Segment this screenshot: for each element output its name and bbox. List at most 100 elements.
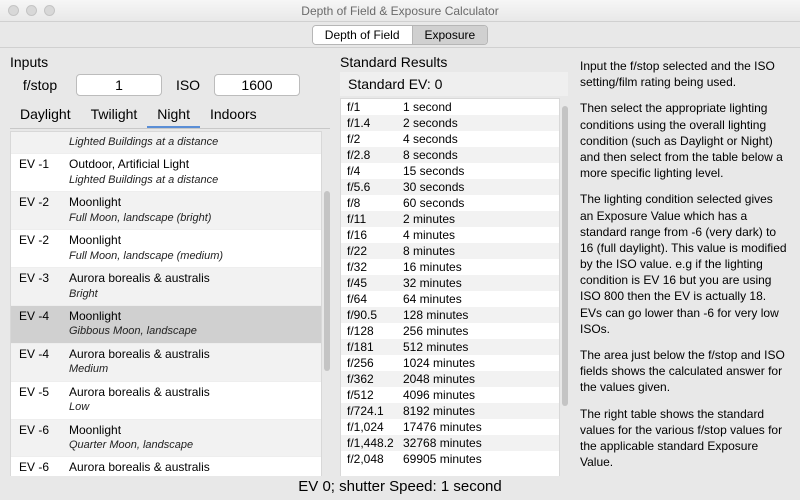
table-row[interactable]: f/1.42 seconds <box>341 115 559 131</box>
time-cell: 2 minutes <box>403 212 553 226</box>
fstop-cell: f/2 <box>347 132 403 146</box>
fstop-cell: f/128 <box>347 324 403 338</box>
table-row[interactable]: f/164 minutes <box>341 227 559 243</box>
list-item[interactable]: EV -5Aurora borealis & australisLow <box>11 382 321 420</box>
table-row[interactable]: f/2,04869905 minutes <box>341 451 559 467</box>
list-item[interactable]: EV -6MoonlightQuarter Moon, landscape <box>11 420 321 458</box>
mode-segmented: Depth of Field Exposure <box>312 25 488 45</box>
main-content: Inputs f/stop ISO Daylight Twilight Nigh… <box>0 48 800 500</box>
table-row[interactable]: f/24 seconds <box>341 131 559 147</box>
fstop-cell: f/8 <box>347 196 403 210</box>
results-subtitle: Standard EV: 0 <box>340 72 568 96</box>
tab-indoors[interactable]: Indoors <box>200 102 267 128</box>
time-cell: 8192 minutes <box>403 404 553 418</box>
time-cell: 8 minutes <box>403 244 553 258</box>
fstop-cell: f/32 <box>347 260 403 274</box>
titlebar: Depth of Field & Exposure Calculator <box>0 0 800 22</box>
tab-depth-of-field[interactable]: Depth of Field <box>313 26 412 44</box>
table-row[interactable]: f/3622048 minutes <box>341 371 559 387</box>
list-item-name: Aurora borealis & australis <box>69 347 210 363</box>
fstop-cell: f/2.8 <box>347 148 403 162</box>
list-item-ev: EV -1 <box>19 157 59 173</box>
table-row[interactable]: f/112 minutes <box>341 211 559 227</box>
list-item[interactable]: EV -4 Aurora borealis & australisMedium <box>11 344 321 382</box>
close-icon[interactable] <box>8 5 19 16</box>
list-item[interactable]: Lighted Buildings at a distance <box>11 132 321 154</box>
fstop-cell: f/1.4 <box>347 116 403 130</box>
fstop-cell: f/90.5 <box>347 308 403 322</box>
fstop-cell: f/4 <box>347 164 403 178</box>
table-row[interactable]: f/90.5128 minutes <box>341 307 559 323</box>
mode-tab-bar: Depth of Field Exposure <box>0 22 800 48</box>
time-cell: 15 seconds <box>403 164 553 178</box>
tab-exposure[interactable]: Exposure <box>412 26 488 44</box>
scrollbar-thumb[interactable] <box>324 191 330 371</box>
table-row[interactable]: f/1,02417476 minutes <box>341 419 559 435</box>
list-item-sub: Medium <box>19 362 313 376</box>
table-row[interactable]: f/415 seconds <box>341 163 559 179</box>
table-row[interactable]: f/181512 minutes <box>341 339 559 355</box>
list-item-ev: EV -4 <box>19 347 59 363</box>
help-text: Then select the appropriate lighting con… <box>580 100 788 181</box>
iso-input[interactable] <box>214 74 300 96</box>
table-row[interactable]: f/2561024 minutes <box>341 355 559 371</box>
minimize-icon[interactable] <box>26 5 37 16</box>
help-text: Input the f/stop selected and the ISO se… <box>580 58 788 90</box>
list-item-ev: EV -4 <box>19 309 59 325</box>
fstop-cell: f/45 <box>347 276 403 290</box>
results-table[interactable]: f/11 secondf/1.42 secondsf/24 secondsf/2… <box>340 98 560 500</box>
time-cell: 64 minutes <box>403 292 553 306</box>
condition-tabs: Daylight Twilight Night Indoors <box>10 102 330 129</box>
fstop-cell: f/5.6 <box>347 180 403 194</box>
table-row[interactable]: f/724.18192 minutes <box>341 403 559 419</box>
time-cell: 2 seconds <box>403 116 553 130</box>
scrollbar-thumb[interactable] <box>562 106 568 406</box>
list-item-sub: Full Moon, landscape (bright) <box>19 211 313 225</box>
time-cell: 2048 minutes <box>403 372 553 386</box>
help-text: The lighting condition selected gives an… <box>580 191 788 337</box>
inputs-row: f/stop ISO <box>10 74 330 96</box>
tab-daylight[interactable]: Daylight <box>10 102 81 128</box>
fstop-input[interactable] <box>76 74 162 96</box>
list-item[interactable]: EV -2MoonlightFull Moon, landscape (brig… <box>11 192 321 230</box>
time-cell: 4096 minutes <box>403 388 553 402</box>
tab-twilight[interactable]: Twilight <box>81 102 148 128</box>
zoom-icon[interactable] <box>44 5 55 16</box>
table-row[interactable]: f/2.88 seconds <box>341 147 559 163</box>
fstop-cell: f/1 <box>347 100 403 114</box>
fstop-cell: f/724.1 <box>347 404 403 418</box>
table-row[interactable]: f/6464 minutes <box>341 291 559 307</box>
table-row[interactable]: f/5124096 minutes <box>341 387 559 403</box>
table-row[interactable]: f/3216 minutes <box>341 259 559 275</box>
inputs-panel: Inputs f/stop ISO Daylight Twilight Nigh… <box>0 48 338 500</box>
time-cell: 1024 minutes <box>403 356 553 370</box>
list-item-ev: EV -6 <box>19 460 59 476</box>
window-title: Depth of Field & Exposure Calculator <box>0 4 800 18</box>
table-row[interactable]: f/1,448.232768 minutes <box>341 435 559 451</box>
list-item-sub: Low <box>19 400 313 414</box>
time-cell: 4 seconds <box>403 132 553 146</box>
list-item[interactable]: EV -2MoonlightFull Moon, landscape (medi… <box>11 230 321 268</box>
list-item[interactable]: EV -3Aurora borealis & australisBright <box>11 268 321 306</box>
list-item-name: Aurora borealis & australis <box>69 460 210 476</box>
fstop-cell: f/1,024 <box>347 420 403 434</box>
list-item[interactable]: EV -1Outdoor, Artificial LightLighted Bu… <box>11 154 321 192</box>
condition-list[interactable]: Lighted Buildings at a distance EV -1 Outd… <box>10 131 322 500</box>
table-row[interactable]: f/4532 minutes <box>341 275 559 291</box>
time-cell: 30 seconds <box>403 180 553 194</box>
table-row[interactable]: f/128256 minutes <box>341 323 559 339</box>
table-row[interactable]: f/860 seconds <box>341 195 559 211</box>
time-cell: 512 minutes <box>403 340 553 354</box>
table-row[interactable]: f/11 second <box>341 99 559 115</box>
list-item[interactable]: EV -4MoonlightGibbous Moon, landscape <box>11 306 321 344</box>
time-cell: 17476 minutes <box>403 420 553 434</box>
table-row[interactable]: f/228 minutes <box>341 243 559 259</box>
fstop-cell: f/2,048 <box>347 452 403 466</box>
fstop-cell: f/362 <box>347 372 403 386</box>
list-item-ev: EV -5 <box>19 385 59 401</box>
list-item-sub: Full Moon, landscape (medium) <box>19 249 313 263</box>
table-row[interactable]: f/5.630 seconds <box>341 179 559 195</box>
tab-night[interactable]: Night <box>147 102 200 128</box>
list-item-name: Outdoor, Artificial Light <box>69 157 189 173</box>
list-item-sub: Quarter Moon, landscape <box>19 438 313 452</box>
